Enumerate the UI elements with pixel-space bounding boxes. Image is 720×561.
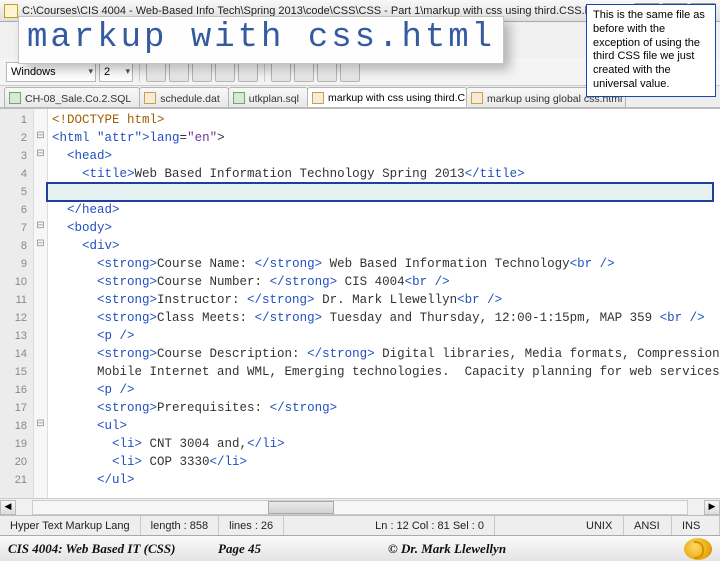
status-eol: UNIX [576,516,624,535]
footer-right: © Dr. Mark Llewellyn [388,541,676,557]
tool-button[interactable] [146,62,166,82]
footer-center: Page 45 [218,541,388,557]
status-mode: INS [672,516,720,535]
platform-combo[interactable]: Windows [6,62,96,82]
app-icon [4,4,18,18]
code-area[interactable]: <!DOCTYPE html><html "attr">lang="en"> <… [48,109,720,498]
horizontal-scrollbar[interactable]: ◀ ▶ [0,498,720,515]
tool-button[interactable] [169,62,189,82]
tool-button[interactable] [238,62,258,82]
file-tab[interactable]: markup with css using third.CSS.html× [307,87,467,107]
tool-button[interactable] [340,62,360,82]
footer-left: CIS 4004: Web Based IT (CSS) [8,541,218,557]
status-position: Ln : 12 Col : 81 Sel : 0 [365,516,495,535]
fold-column[interactable]: ⊟⊟ ⊟⊟ ⊟ [34,109,48,498]
status-enc: ANSI [624,516,672,535]
status-length: length : 858 [141,516,220,535]
file-tab[interactable]: schedule.dat [139,87,229,107]
tool-button[interactable] [317,62,337,82]
tool-button[interactable] [271,62,291,82]
number-combo[interactable]: 2 [99,62,133,82]
status-language: Hyper Text Markup Lang [0,516,141,535]
slide-title: markup with css.html [18,16,504,64]
tool-button[interactable] [294,62,314,82]
slide-footer: CIS 4004: Web Based IT (CSS) Page 45 © D… [0,535,720,561]
status-lines: lines : 26 [219,516,284,535]
status-bar: Hyper Text Markup Lang length : 858 line… [0,515,720,535]
tool-button[interactable] [215,62,235,82]
file-tab[interactable]: utkplan.sql [228,87,308,107]
scroll-left-arrow[interactable]: ◀ [0,500,16,515]
scroll-thumb[interactable] [268,501,333,514]
ucf-logo-icon [684,538,712,560]
window-title: C:\Courses\CIS 4004 - Web-Based Info Tec… [22,5,634,17]
scroll-right-arrow[interactable]: ▶ [704,500,720,515]
file-tab[interactable]: CH-08_Sale.Co.2.SQL [4,87,140,107]
editor[interactable]: 123456789101112131415161718192021 ⊟⊟ ⊟⊟ … [0,108,720,498]
tool-button[interactable] [192,62,212,82]
line-gutter: 123456789101112131415161718192021 [0,109,34,498]
annotation-callout: This is the same file as before with the… [586,4,716,97]
